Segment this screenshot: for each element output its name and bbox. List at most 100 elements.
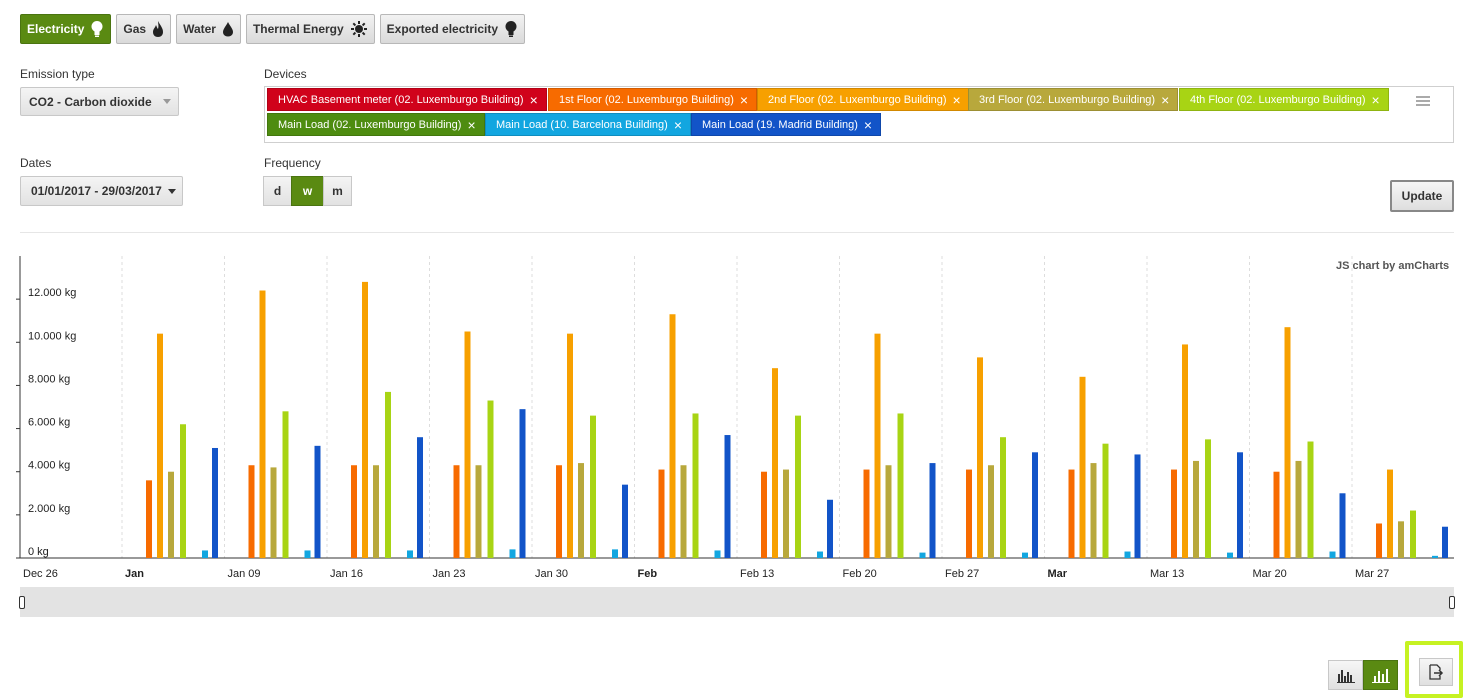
bar xyxy=(304,550,311,558)
tab-label: Electricity xyxy=(27,22,85,36)
x-tick-label: Mar 27 xyxy=(1355,568,1389,580)
device-chip: Main Load (02. Luxemburgo Building) × xyxy=(267,113,485,136)
bar xyxy=(373,465,379,558)
remove-icon[interactable]: × xyxy=(740,93,748,107)
remove-icon[interactable]: × xyxy=(674,118,682,132)
tab-thermal-energy[interactable]: Thermal Energy xyxy=(245,14,375,44)
device-chip-label: Main Load (10. Barcelona Building) xyxy=(496,118,668,131)
bar xyxy=(270,467,277,558)
bar xyxy=(1398,521,1404,558)
drop-icon xyxy=(222,22,233,37)
frequency-week-button[interactable]: w xyxy=(291,176,324,206)
remove-icon[interactable]: × xyxy=(864,118,872,132)
bar xyxy=(692,413,699,558)
bar xyxy=(1134,454,1141,558)
bar xyxy=(1284,327,1291,558)
bar xyxy=(669,314,676,558)
bar xyxy=(1068,469,1075,558)
bar xyxy=(772,368,778,558)
bar xyxy=(977,357,983,558)
device-chip-label: HVAC Basement meter (02. Luxemburgo Buil… xyxy=(278,93,524,106)
bulb-icon xyxy=(505,21,517,37)
bar xyxy=(351,465,357,558)
x-tick-label: Dec 26 xyxy=(23,568,58,580)
bars-icon xyxy=(1371,669,1390,683)
bar xyxy=(795,415,801,558)
bar xyxy=(180,424,186,558)
export-button[interactable] xyxy=(1419,658,1453,686)
update-button[interactable]: Update xyxy=(1390,180,1454,212)
bars-view-button[interactable] xyxy=(1363,660,1398,690)
remove-icon[interactable]: × xyxy=(467,118,475,132)
tab-label: Exported electricity xyxy=(386,22,499,36)
bar xyxy=(658,469,665,558)
tab-water[interactable]: Water xyxy=(176,14,241,44)
bar xyxy=(783,469,789,558)
device-chip: 2nd Floor (02. Luxemburgo Building) × xyxy=(757,88,970,111)
frequency-day-button[interactable]: d xyxy=(263,176,292,206)
bulb-icon xyxy=(91,21,103,37)
date-range-select[interactable]: 01/01/2017 - 29/03/2017 xyxy=(20,176,183,206)
remove-icon[interactable]: × xyxy=(1161,93,1169,107)
bar xyxy=(761,471,767,558)
y-tick-label: 2.000 kg xyxy=(28,503,70,515)
devices-label: Devices xyxy=(264,67,307,81)
remove-icon[interactable]: × xyxy=(1371,93,1379,107)
bar xyxy=(1124,551,1131,558)
bar xyxy=(885,465,892,558)
bar xyxy=(1079,376,1086,558)
bar xyxy=(1090,463,1097,558)
bar xyxy=(817,551,823,558)
devices-field[interactable]: HVAC Basement meter (02. Luxemburgo Buil… xyxy=(264,86,1454,143)
emission-type-select[interactable]: CO2 - Carbon dioxide xyxy=(20,87,179,116)
bar xyxy=(827,499,833,558)
bar xyxy=(519,409,526,558)
tab-label: Thermal Energy xyxy=(252,22,344,36)
frequency-toggle: d w m xyxy=(263,176,352,206)
export-highlight xyxy=(1405,641,1463,698)
device-chip: Main Load (19. Madrid Building) × xyxy=(691,113,882,136)
tab-gas[interactable]: Gas xyxy=(116,14,172,44)
bar xyxy=(146,480,152,558)
bar xyxy=(464,331,471,558)
bar xyxy=(578,463,584,558)
bar xyxy=(1442,526,1448,558)
bar xyxy=(417,437,423,558)
bar xyxy=(567,333,573,558)
bar xyxy=(1387,469,1393,558)
bar xyxy=(202,550,208,558)
frequency-month-button[interactable]: m xyxy=(323,176,352,206)
bar xyxy=(282,411,289,558)
emission-type-label: Emission type xyxy=(20,67,95,81)
bar xyxy=(212,447,218,558)
frequency-label: Frequency xyxy=(264,156,321,170)
emission-type-value: CO2 - Carbon dioxide xyxy=(29,94,152,109)
scrollbar-right-grip[interactable] xyxy=(1449,596,1455,609)
bar xyxy=(168,471,174,558)
bar xyxy=(314,445,321,558)
bar xyxy=(622,484,628,558)
bar xyxy=(1237,452,1243,558)
remove-icon[interactable]: × xyxy=(530,93,538,107)
divider xyxy=(20,232,1454,233)
chart-scrollbar[interactable] xyxy=(19,587,1455,617)
scrollbar-left-grip[interactable] xyxy=(19,596,25,609)
device-chip-label: 1st Floor (02. Luxemburgo Building) xyxy=(559,93,734,106)
bar xyxy=(259,290,266,558)
bar xyxy=(724,435,731,558)
tab-electricity[interactable]: Electricity xyxy=(20,14,112,44)
bar xyxy=(1032,452,1038,558)
bar xyxy=(385,391,391,558)
bar xyxy=(1227,552,1233,558)
grouped-bars-view-button[interactable] xyxy=(1328,660,1363,690)
tab-exported-electricity[interactable]: Exported electricity xyxy=(379,14,526,44)
bar xyxy=(897,413,904,558)
remove-icon[interactable]: × xyxy=(953,93,961,107)
bar xyxy=(874,333,881,558)
menu-icon[interactable] xyxy=(1416,96,1430,108)
bar xyxy=(988,465,994,558)
bar xyxy=(475,465,482,558)
chart-credit[interactable]: JS chart by amCharts xyxy=(1336,260,1449,272)
date-range-value: 01/01/2017 - 29/03/2017 xyxy=(31,184,162,198)
bar xyxy=(157,333,163,558)
